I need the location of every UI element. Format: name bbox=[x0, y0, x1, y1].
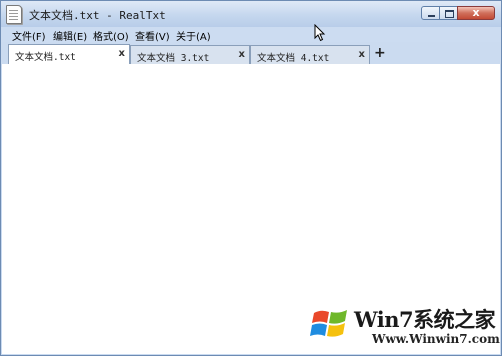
menu-view[interactable]: 查看(V) bbox=[135, 28, 170, 43]
close-icon: x bbox=[472, 6, 480, 19]
notepad-icon[interactable] bbox=[6, 5, 22, 24]
new-tab-button[interactable]: + bbox=[374, 45, 386, 61]
mouse-pointer-icon bbox=[314, 24, 326, 42]
close-button[interactable]: x bbox=[457, 6, 495, 20]
menu-format[interactable]: 格式(O) bbox=[93, 28, 129, 43]
minimize-button[interactable] bbox=[421, 6, 440, 20]
tab-close-icon[interactable]: x bbox=[239, 49, 245, 60]
watermark-brand: Win7系统之家 bbox=[354, 307, 496, 332]
tab-close-icon[interactable]: x bbox=[359, 49, 365, 60]
tab-label: 文本文档 4.txt bbox=[257, 53, 330, 64]
watermark-url: Www.Winwin7.com bbox=[372, 332, 500, 346]
tab-bar: 文本文档.txt x 文本文档 3.txt x 文本文档 4.txt x + bbox=[1, 42, 501, 65]
maximize-icon bbox=[445, 10, 454, 18]
menu-bar: 文件(F) 编辑(E) 格式(O) 查看(V) 关于(A) bbox=[1, 27, 501, 43]
windows-flag-logo bbox=[310, 310, 347, 337]
tab-document-1[interactable]: 文本文档.txt x bbox=[8, 44, 130, 65]
window-controls: x bbox=[421, 6, 495, 21]
watermark-logo: Win7系统之家 Www.Winwin7.com bbox=[310, 300, 500, 352]
tab-document-4[interactable]: 文本文档 4.txt x bbox=[250, 45, 370, 64]
minimize-icon bbox=[428, 15, 435, 17]
menu-about[interactable]: 关于(A) bbox=[176, 28, 211, 43]
menu-edit[interactable]: 编辑(E) bbox=[53, 28, 87, 43]
tab-label: 文本文档 3.txt bbox=[137, 53, 210, 64]
window-title: 文本文档.txt - RealTxt bbox=[29, 9, 166, 22]
tab-close-icon[interactable]: x bbox=[119, 48, 125, 59]
menu-file[interactable]: 文件(F) bbox=[12, 28, 46, 43]
tab-label: 文本文档.txt bbox=[15, 52, 76, 63]
tab-document-3[interactable]: 文本文档 3.txt x bbox=[130, 45, 250, 64]
maximize-button[interactable] bbox=[439, 6, 458, 20]
title-bar[interactable]: 文本文档.txt - RealTxt x bbox=[1, 1, 501, 27]
